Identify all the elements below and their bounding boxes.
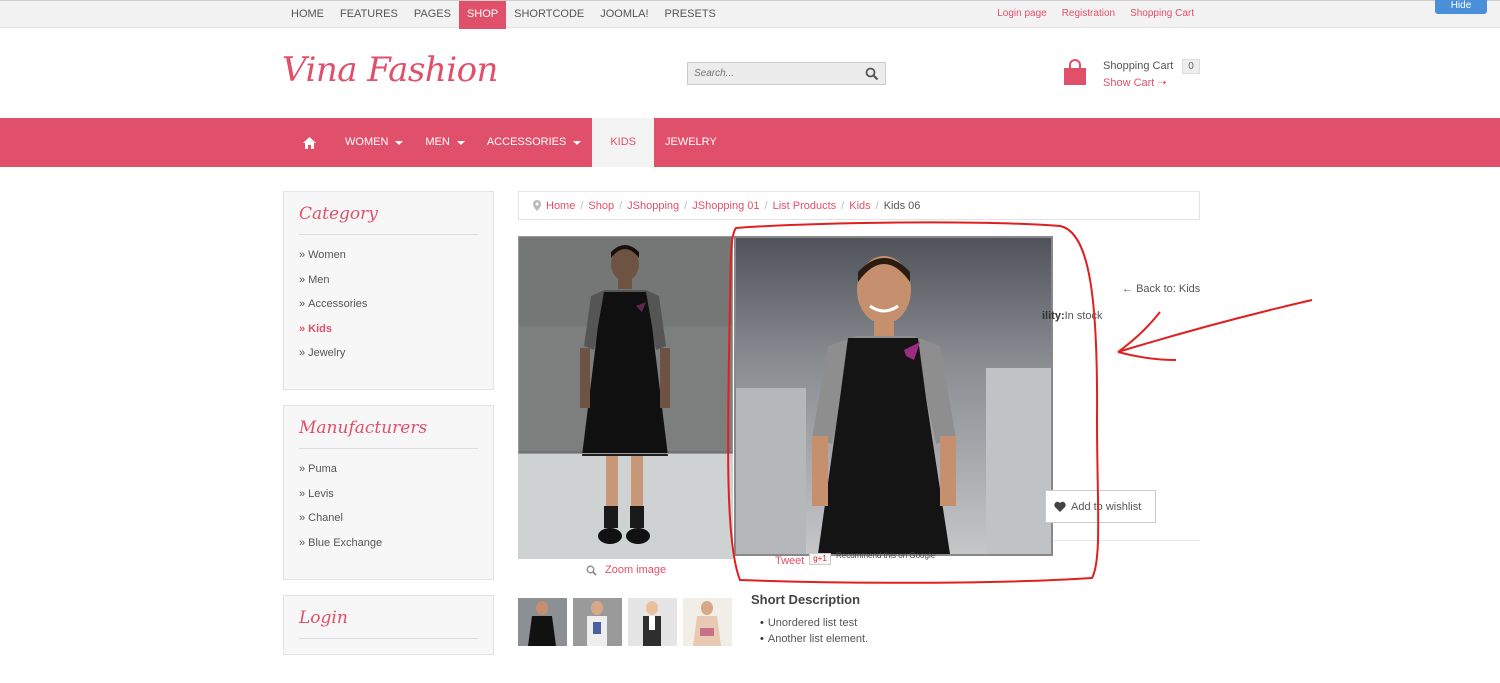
arrow-right-icon: ➝ <box>1157 77 1167 89</box>
thumbnail-strip <box>518 598 732 646</box>
breadcrumb-shop[interactable]: Shop <box>588 200 614 212</box>
top-nav-presets[interactable]: PRESETS <box>657 1 724 29</box>
manufacturer-item-puma[interactable]: » Puma <box>299 463 478 488</box>
thumbnail-3[interactable] <box>628 598 677 646</box>
nav-jewelry[interactable]: JEWELRY <box>654 118 728 167</box>
category-module: Category » Women » Men » Accessories » Kids … <box>283 191 494 390</box>
google-plus-button[interactable]: g+1 <box>809 553 831 565</box>
nav-home[interactable] <box>283 118 334 167</box>
breadcrumb-current: Kids 06 <box>883 199 921 212</box>
nav-men-label: MEN <box>425 136 450 148</box>
manufacturer-item-levis[interactable]: » Levis <box>299 488 478 513</box>
top-bar: HOME FEATURES PAGES SHOP SHORTCODE JOOML… <box>0 0 1500 29</box>
breadcrumb-separator: / <box>619 199 623 212</box>
login-page-link[interactable]: Login page <box>997 1 1047 27</box>
category-item-kids[interactable]: » Kids <box>299 323 478 348</box>
back-link[interactable]: ← Back to: Kids <box>1122 283 1200 295</box>
main-nav: WOMEN MEN ACCESSORIES KIDS JEWELRY <box>0 118 1500 167</box>
breadcrumb-separator: / <box>684 199 688 212</box>
nav-women[interactable]: WOMEN <box>334 118 414 167</box>
back-link-label: Back to: Kids <box>1136 283 1201 295</box>
shopping-cart-link[interactable]: Shopping Cart <box>1130 1 1194 27</box>
manufacturers-title: Manufacturers <box>299 418 478 449</box>
zoom-image-label: Zoom image <box>605 564 667 576</box>
zoom-preview-window <box>734 236 1053 556</box>
category-item-jewelry[interactable]: » Jewelry <box>299 347 478 372</box>
short-description-list: Unordered list test Another list element… <box>760 617 868 649</box>
breadcrumb-separator: / <box>580 199 584 212</box>
breadcrumb-separator: / <box>875 199 879 212</box>
breadcrumb-jshopping-01[interactable]: JShopping 01 <box>692 200 759 212</box>
annotation-arrow <box>1117 299 1313 361</box>
magnifier-icon <box>586 565 597 576</box>
site-logo[interactable]: Vina Fashion <box>282 50 498 90</box>
top-nav: HOME FEATURES PAGES SHOP SHORTCODE JOOML… <box>283 1 724 29</box>
product-main-image[interactable] <box>518 236 733 559</box>
breadcrumb: Home / Shop / JShopping / JShopping 01 /… <box>518 191 1200 220</box>
search-input[interactable] <box>688 63 848 84</box>
short-description-title: Short Description <box>751 592 861 607</box>
hide-button[interactable]: Hide <box>1435 0 1487 14</box>
list-item: Unordered list test <box>760 617 868 633</box>
top-nav-pages[interactable]: PAGES <box>406 1 459 29</box>
availability: ility:In stock <box>1042 310 1103 322</box>
top-nav-features[interactable]: FEATURES <box>332 1 406 29</box>
search-icon[interactable] <box>865 67 879 81</box>
breadcrumb-separator: / <box>764 199 768 212</box>
show-cart-label: Show Cart <box>1103 77 1155 89</box>
category-item-women[interactable]: » Women <box>299 249 478 274</box>
shopping-bag-icon[interactable] <box>1063 59 1087 85</box>
login-title: Login <box>299 608 478 639</box>
category-title: Category <box>299 204 478 235</box>
breadcrumb-kids[interactable]: Kids <box>849 200 870 212</box>
list-item: Another list element. <box>760 633 868 649</box>
arrow-left-icon: ← <box>1122 283 1133 295</box>
manufacturer-item-chanel[interactable]: » Chanel <box>299 512 478 537</box>
manufacturers-module: Manufacturers » Puma » Levis » Chanel » Blue… <box>283 405 494 580</box>
heart-icon <box>1054 501 1066 512</box>
nav-accessories-label: ACCESSORIES <box>486 136 567 148</box>
home-icon <box>303 136 316 149</box>
category-item-accessories[interactable]: » Accessories <box>299 298 478 323</box>
availability-value: In stock <box>1064 310 1103 322</box>
chevron-down-icon <box>395 140 404 145</box>
thumbnail-1[interactable] <box>518 598 567 646</box>
top-nav-shortcode[interactable]: SHORTCODE <box>506 1 592 29</box>
nav-kids-label: KIDS <box>610 136 636 148</box>
thumbnail-4[interactable] <box>683 598 732 646</box>
manufacturer-item-blue-exchange[interactable]: » Blue Exchange <box>299 537 478 562</box>
zoom-image-link[interactable]: Zoom image <box>586 564 666 576</box>
breadcrumb-home[interactable]: Home <box>546 200 575 212</box>
nav-women-label: WOMEN <box>345 136 389 148</box>
google-recommend-text: Recommend this on Google <box>836 551 936 560</box>
top-nav-joomla[interactable]: JOOMLA! <box>592 1 656 29</box>
availability-label: ility: <box>1042 310 1065 322</box>
cart-title: Shopping Cart <box>1103 60 1174 72</box>
top-nav-shop[interactable]: SHOP <box>458 1 507 29</box>
map-pin-icon <box>533 200 541 211</box>
show-cart-link[interactable]: Show Cart ➝ <box>1103 76 1167 89</box>
divider <box>1053 540 1200 541</box>
nav-kids[interactable]: KIDS <box>592 118 654 167</box>
cart-count-badge: 0 <box>1182 59 1200 74</box>
tweet-button[interactable]: Tweet <box>775 555 804 567</box>
nav-men[interactable]: MEN <box>414 118 475 167</box>
chevron-down-icon <box>573 140 582 145</box>
login-module: Login <box>283 595 494 655</box>
category-item-men[interactable]: » Men <box>299 274 478 299</box>
search-box <box>687 62 886 85</box>
top-nav-home[interactable]: HOME <box>283 1 332 29</box>
account-links: Login page Registration Shopping Cart <box>997 1 1194 27</box>
breadcrumb-jshopping[interactable]: JShopping <box>627 200 679 212</box>
chevron-down-icon <box>456 140 465 145</box>
breadcrumb-separator: / <box>841 199 845 212</box>
nav-accessories[interactable]: ACCESSORIES <box>476 118 592 167</box>
wishlist-label: Add to wishlist <box>1071 500 1142 513</box>
add-to-wishlist-button[interactable]: Add to wishlist <box>1045 490 1156 523</box>
nav-jewelry-label: JEWELRY <box>665 136 717 148</box>
registration-link[interactable]: Registration <box>1062 1 1115 27</box>
thumbnail-2[interactable] <box>573 598 622 646</box>
breadcrumb-list-products[interactable]: List Products <box>773 200 837 212</box>
